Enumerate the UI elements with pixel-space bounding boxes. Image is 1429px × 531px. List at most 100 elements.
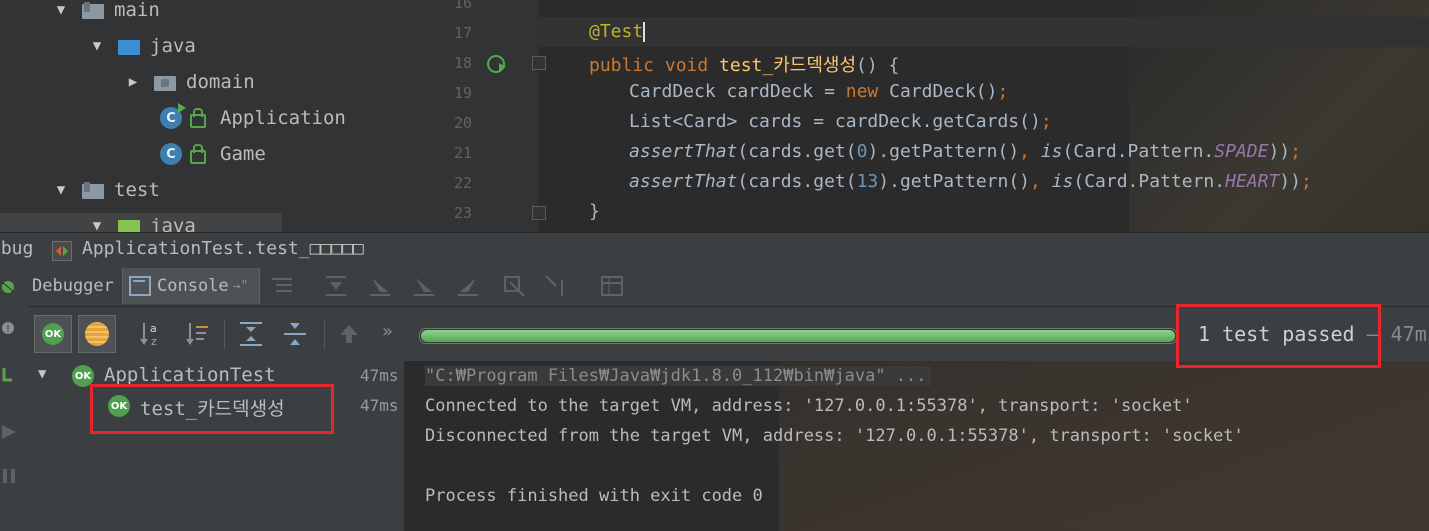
tree-item-label: domain <box>186 71 255 93</box>
show-passed-toggle[interactable]: OK <box>34 315 72 353</box>
test-duration: 47ms <box>360 396 399 415</box>
debug-title: ebug <box>0 238 34 259</box>
tree-item-label: test <box>114 179 160 201</box>
tree-item-label: java <box>150 35 196 57</box>
code-line-19: CardDeck cardDeck = new CardDeck(); <box>629 81 1009 102</box>
tree-item-main[interactable]: ▼ main <box>50 0 160 25</box>
ignored-icon <box>85 322 109 346</box>
code-line-21: assertThat(cards.get(0).getPattern(), is… <box>629 141 1301 162</box>
sort-alphabetically-icon[interactable]: az <box>138 321 164 347</box>
force-step-into-icon[interactable] <box>412 274 436 298</box>
step-over-icon[interactable] <box>324 274 348 298</box>
expand-triangle-icon[interactable]: ▼ <box>86 38 108 54</box>
line-number: 16 <box>453 0 472 12</box>
test-source-folder-icon <box>118 217 140 232</box>
tree-item-application[interactable]: C Application <box>160 103 346 133</box>
expand-triangle-icon[interactable]: ▼ <box>50 2 72 18</box>
run-configuration-icon <box>52 241 72 261</box>
line-number: 17 <box>453 24 472 42</box>
line-number: 22 <box>453 174 472 192</box>
view-breakpoints-icon[interactable]: ! <box>0 318 20 338</box>
console-line: Disconnected from the target VM, address… <box>425 426 1244 446</box>
step-out-icon[interactable] <box>456 274 480 298</box>
debug-side-toolbar: ! <box>0 266 29 531</box>
svg-text:!: ! <box>6 324 10 335</box>
console-background-image <box>779 361 1429 531</box>
show-ignored-toggle[interactable] <box>78 315 116 353</box>
console-command-line[interactable]: "C:₩Program Files₩Java₩jdk1.8.0_112₩bin₩… <box>425 366 931 386</box>
toolbar-separator <box>224 319 225 349</box>
run-to-cursor-icon[interactable] <box>544 274 568 298</box>
tree-item-label: Application <box>220 107 346 129</box>
sort-by-duration-icon[interactable] <box>184 321 210 347</box>
bug-rerun-icon[interactable] <box>0 276 20 296</box>
tab-label: Debugger <box>32 276 114 296</box>
code-editor[interactable]: 16 17 18 19 20 21 22 23 @Test public voi… <box>442 0 1429 232</box>
console-icon <box>129 276 151 296</box>
highlight-box-test-case <box>90 384 334 434</box>
more-actions-icon[interactable]: » <box>382 321 393 342</box>
test-duration: 47ms <box>360 366 399 385</box>
current-line-highlight <box>538 17 1429 47</box>
expand-triangle-icon[interactable]: ▼ <box>86 218 108 232</box>
console-line: Connected to the target VM, address: '12… <box>425 396 1193 416</box>
code-line-18: public void test_카드덱생성() { <box>589 55 900 76</box>
run-configuration-tab[interactable]: ApplicationTest.test_□□□□□ <box>82 238 364 259</box>
fold-marker-icon[interactable] <box>532 56 546 70</box>
debug-tool-window-header: ebug ApplicationTest.test_□□□□□ <box>0 232 1429 267</box>
svg-text:a: a <box>150 322 157 335</box>
debug-tabs-row: Debugger Console →" <box>28 266 1429 307</box>
text-caret <box>643 22 646 42</box>
rerun-icon[interactable] <box>0 364 20 384</box>
drop-frame-icon[interactable] <box>502 274 526 298</box>
tree-item-game[interactable]: C Game <box>160 139 266 169</box>
expand-triangle-icon[interactable]: ▼ <box>50 182 72 198</box>
test-progress-bar <box>419 328 1177 344</box>
evaluate-expression-icon[interactable] <box>600 274 624 298</box>
lock-icon <box>190 144 206 164</box>
tree-item-label: Game <box>220 143 266 165</box>
editor-gutter: 16 17 18 19 20 21 22 23 <box>442 0 546 232</box>
project-tree: ▼ main ▼ java ▶ domain C Application C G… <box>0 0 443 232</box>
tree-item-java[interactable]: ▼ java <box>86 31 196 61</box>
pause-icon[interactable] <box>0 466 20 486</box>
show-execution-point-icon[interactable] <box>270 274 294 298</box>
code-line-23: } <box>589 201 600 222</box>
tree-item-test[interactable]: ▼ test <box>50 175 160 205</box>
run-test-gutter-icon[interactable] <box>487 55 506 73</box>
tree-item-label: java <box>150 215 196 232</box>
collapse-all-icon[interactable] <box>282 321 308 347</box>
line-number: 18 <box>453 54 472 72</box>
expand-all-icon[interactable] <box>238 321 264 347</box>
line-number: 19 <box>453 84 472 102</box>
step-into-icon[interactable] <box>368 274 392 298</box>
tab-console[interactable]: Console →" <box>122 268 260 304</box>
passed-icon: OK <box>42 323 64 345</box>
highlight-box-status <box>1176 304 1381 368</box>
test-progress-fill <box>421 330 1175 342</box>
collapse-triangle-icon[interactable]: ▶ <box>122 74 144 90</box>
lock-icon <box>190 108 206 128</box>
console-output[interactable]: "C:₩Program Files₩Java₩jdk1.8.0_112₩bin₩… <box>405 361 1429 531</box>
line-number: 23 <box>453 204 472 222</box>
console-line: Process finished with exit code 0 <box>425 486 763 506</box>
line-number: 20 <box>453 114 472 132</box>
tab-pin-icon[interactable]: →" <box>233 279 249 294</box>
runnable-class-icon: C <box>160 103 186 129</box>
code-line-17: @Test <box>589 21 646 42</box>
resume-icon[interactable] <box>0 422 20 442</box>
class-icon: C <box>160 143 182 165</box>
code-line-20: List<Card> cards = cardDeck.getCards(); <box>629 111 1052 132</box>
code-line-22: assertThat(cards.get(13).getPattern(), i… <box>629 171 1312 192</box>
tree-item-domain[interactable]: ▶ domain <box>122 67 255 97</box>
test-suite-label: ApplicationTest <box>104 364 276 386</box>
folder-icon <box>82 1 104 19</box>
previous-failed-test-icon[interactable] <box>338 323 360 345</box>
package-icon <box>154 73 176 91</box>
tree-item-test-java[interactable]: ▼ java <box>86 211 196 232</box>
expand-triangle-icon[interactable]: ▼ <box>38 366 46 382</box>
line-number: 21 <box>453 144 472 162</box>
tab-debugger[interactable]: Debugger <box>32 268 120 304</box>
fold-marker-icon[interactable] <box>532 206 546 220</box>
source-folder-icon <box>118 37 140 55</box>
